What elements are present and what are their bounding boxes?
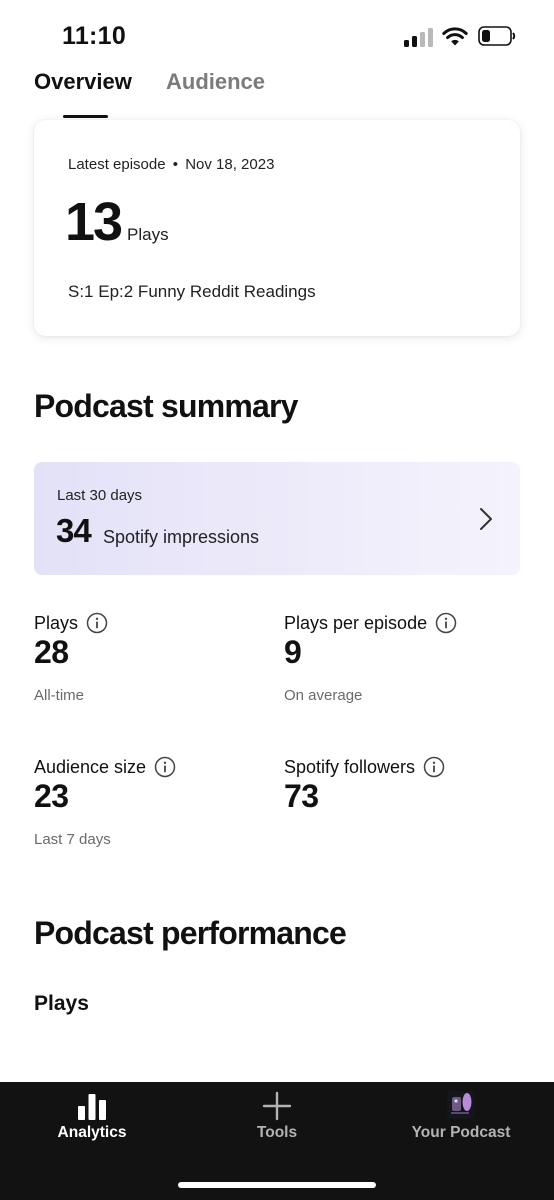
bar-chart-icon	[78, 1094, 106, 1120]
wifi-icon	[442, 27, 468, 46]
info-icon[interactable]	[435, 612, 457, 634]
stat-audience-size-label: Audience size	[34, 756, 147, 777]
performance-plays-heading: Plays	[34, 992, 89, 1015]
latest-episode-plays-label: Plays	[127, 225, 169, 244]
info-icon[interactable]	[423, 756, 445, 778]
nav-analytics-label: Analytics	[57, 1124, 127, 1141]
chevron-right-icon	[480, 508, 492, 530]
latest-episode-label: Latest episode	[68, 156, 166, 173]
tab-audience[interactable]: Audience	[166, 69, 265, 95]
stat-plays-label: Plays	[34, 612, 79, 633]
latest-episode-meta: Latest episode • Nov 18, 2023	[68, 156, 274, 173]
nav-tools-label: Tools	[256, 1124, 298, 1141]
stat-audience-size-sub: Last 7 days	[34, 831, 111, 848]
nav-tools[interactable]: Tools	[207, 1082, 347, 1172]
nav-analytics[interactable]: Analytics	[22, 1082, 162, 1172]
stat-spotify-followers-value: 73	[284, 778, 319, 814]
active-tab-indicator	[63, 115, 108, 118]
impressions-card[interactable]: Last 30 days 34 Spotify impressions	[34, 462, 520, 575]
impressions-label: Spotify impressions	[103, 527, 260, 547]
battery-icon	[478, 26, 516, 46]
stat-plays-per-episode-value: 9	[284, 634, 302, 670]
cellular-signal-icon	[404, 27, 434, 47]
latest-episode-plays-value: 13	[65, 192, 123, 252]
stat-plays-value: 28	[34, 634, 69, 670]
stat-spotify-followers-label: Spotify followers	[284, 756, 416, 777]
status-time: 11:10	[62, 22, 127, 50]
impressions-value: 34	[56, 512, 92, 549]
home-indicator[interactable]	[178, 1182, 376, 1188]
podcast-summary-heading: Podcast summary	[34, 388, 298, 424]
bottom-nav: Analytics Tools Your Podcast	[0, 1082, 554, 1200]
latest-episode-date: Nov 18, 2023	[185, 156, 275, 173]
latest-episode-card[interactable]: Latest episode • Nov 18, 2023 13 Plays S…	[34, 120, 520, 336]
info-icon[interactable]	[86, 612, 108, 634]
impressions-period: Last 30 days	[57, 487, 143, 504]
stat-audience-size-value: 23	[34, 778, 69, 814]
nav-your-podcast[interactable]: Your Podcast	[391, 1082, 531, 1172]
nav-your-podcast-label: Your Podcast	[411, 1124, 511, 1141]
tab-overview[interactable]: Overview	[34, 69, 132, 95]
podcast-cover-icon	[447, 1091, 475, 1119]
latest-episode-title: S:1 Ep:2 Funny Reddit Readings	[68, 282, 316, 301]
stat-plays-sub: All-time	[34, 687, 85, 704]
plus-icon	[262, 1091, 292, 1121]
info-icon[interactable]	[154, 756, 176, 778]
stat-plays-per-episode-sub: On average	[284, 687, 363, 704]
status-bar: 11:10	[0, 0, 554, 70]
meta-separator: •	[172, 156, 179, 173]
podcast-performance-heading: Podcast performance	[34, 915, 347, 951]
stat-plays-per-episode-label: Plays per episode	[284, 612, 428, 633]
